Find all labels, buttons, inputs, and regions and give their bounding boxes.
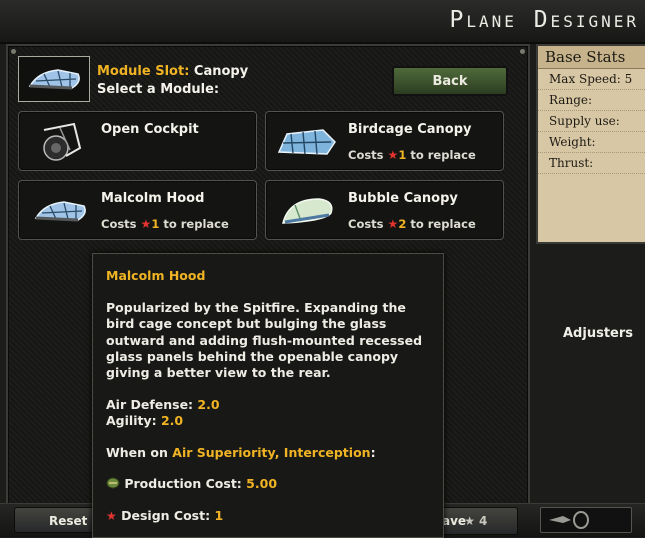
base-stats-title: Base Stats <box>538 46 645 69</box>
base-stats-panel: Base Stats Max Speed: 5 Range: Supply us… <box>536 44 645 244</box>
tooltip-title: Malcolm Hood <box>106 268 206 283</box>
cost-suffix: to replace <box>410 148 476 162</box>
air-defense-line: Air Defense: 2.0 <box>106 397 220 412</box>
design-cost-value: 1 <box>214 508 224 523</box>
stat-row-thrust: Thrust: <box>538 153 645 174</box>
design-cost-label: Design Cost: <box>121 508 211 523</box>
module-slot-line: Module Slot: Canopy <box>97 64 248 79</box>
stat-row-max-speed: Max Speed: 5 <box>538 69 645 90</box>
stat-row-range: Range: <box>538 90 645 111</box>
cost-value: 2 <box>398 217 407 231</box>
cost-prefix: Costs <box>348 148 384 162</box>
cost-suffix: to replace <box>410 217 476 231</box>
option-name: Birdcage Canopy <box>348 122 472 137</box>
agility-label: Agility: <box>106 413 157 428</box>
option-name: Malcolm Hood <box>101 191 205 206</box>
air-defense-label: Air Defense: <box>106 397 194 412</box>
star-icon: ★ <box>106 509 117 523</box>
module-slot-label: Module Slot: <box>97 64 190 79</box>
module-slot-value: Canopy <box>193 64 249 79</box>
stat-row-supply-use: Supply use: <box>538 111 645 132</box>
star-icon: ★ <box>387 148 399 162</box>
star-icon: ★ <box>140 217 152 231</box>
option-cost: Costs ★1 to replace <box>348 148 476 162</box>
option-cost: Costs ★1 to replace <box>101 217 229 231</box>
birdcage-canopy-icon <box>272 120 342 164</box>
production-cost-value: 5.00 <box>246 476 278 491</box>
module-option-malcolm-hood[interactable]: Malcolm Hood Costs ★1 to replace <box>18 180 257 240</box>
when-on-value: Air Superiority, Interception <box>172 445 371 460</box>
module-option-open-cockpit[interactable]: Open Cockpit <box>18 111 257 171</box>
module-tooltip: Malcolm Hood Popularized by the Spitfire… <box>92 253 444 538</box>
title-bar: Plane Designer <box>0 0 645 44</box>
star-icon: ★ <box>387 217 399 231</box>
agility-value: 2.0 <box>160 413 184 428</box>
window-title: Plane Designer <box>449 7 639 33</box>
design-cost-line: ★ Design Cost: 1 <box>106 508 223 523</box>
option-name: Open Cockpit <box>101 122 199 137</box>
back-button[interactable]: Back <box>392 66 508 96</box>
star-icon: ★ <box>464 514 475 528</box>
production-cost-icon <box>106 476 124 491</box>
select-module-prompt: Select a Module: <box>97 82 220 97</box>
when-on-colon: : <box>370 445 376 460</box>
module-slot-icon <box>18 56 90 102</box>
plane-view-icon <box>549 511 589 529</box>
cost-value: 1 <box>151 217 160 231</box>
option-name: Bubble Canopy <box>348 191 458 206</box>
when-on-line: When on Air Superiority, Interception: <box>106 445 376 460</box>
rivet-decoration <box>520 49 525 54</box>
cost-prefix: Costs <box>348 217 384 231</box>
rivet-decoration <box>11 49 16 54</box>
save-label: ave <box>442 514 467 528</box>
view-toggle-button[interactable] <box>540 507 632 533</box>
adjusters-label: Adjusters <box>563 326 633 341</box>
production-cost-line: Production Cost: 5.00 <box>106 476 277 491</box>
module-option-birdcage-canopy[interactable]: Birdcage Canopy Costs ★1 to replace <box>265 111 504 171</box>
save-cost: 4 <box>479 514 488 528</box>
cost-suffix: to replace <box>163 217 229 231</box>
open-cockpit-icon <box>25 120 95 164</box>
when-on-label: When on <box>106 445 168 460</box>
module-option-bubble-canopy[interactable]: Bubble Canopy Costs ★2 to replace <box>265 180 504 240</box>
bubble-canopy-icon <box>272 189 342 233</box>
cost-value: 1 <box>398 148 407 162</box>
tooltip-description: Popularized by the Spitfire. Expanding t… <box>106 300 423 381</box>
option-cost: Costs ★2 to replace <box>348 217 476 231</box>
air-defense-value: 2.0 <box>197 397 220 412</box>
production-cost-label: Production Cost: <box>124 476 242 491</box>
stat-row-weight: Weight: <box>538 132 645 153</box>
malcolm-hood-icon <box>25 189 95 233</box>
agility-line: Agility: 2.0 <box>106 413 183 428</box>
cost-prefix: Costs <box>101 217 137 231</box>
